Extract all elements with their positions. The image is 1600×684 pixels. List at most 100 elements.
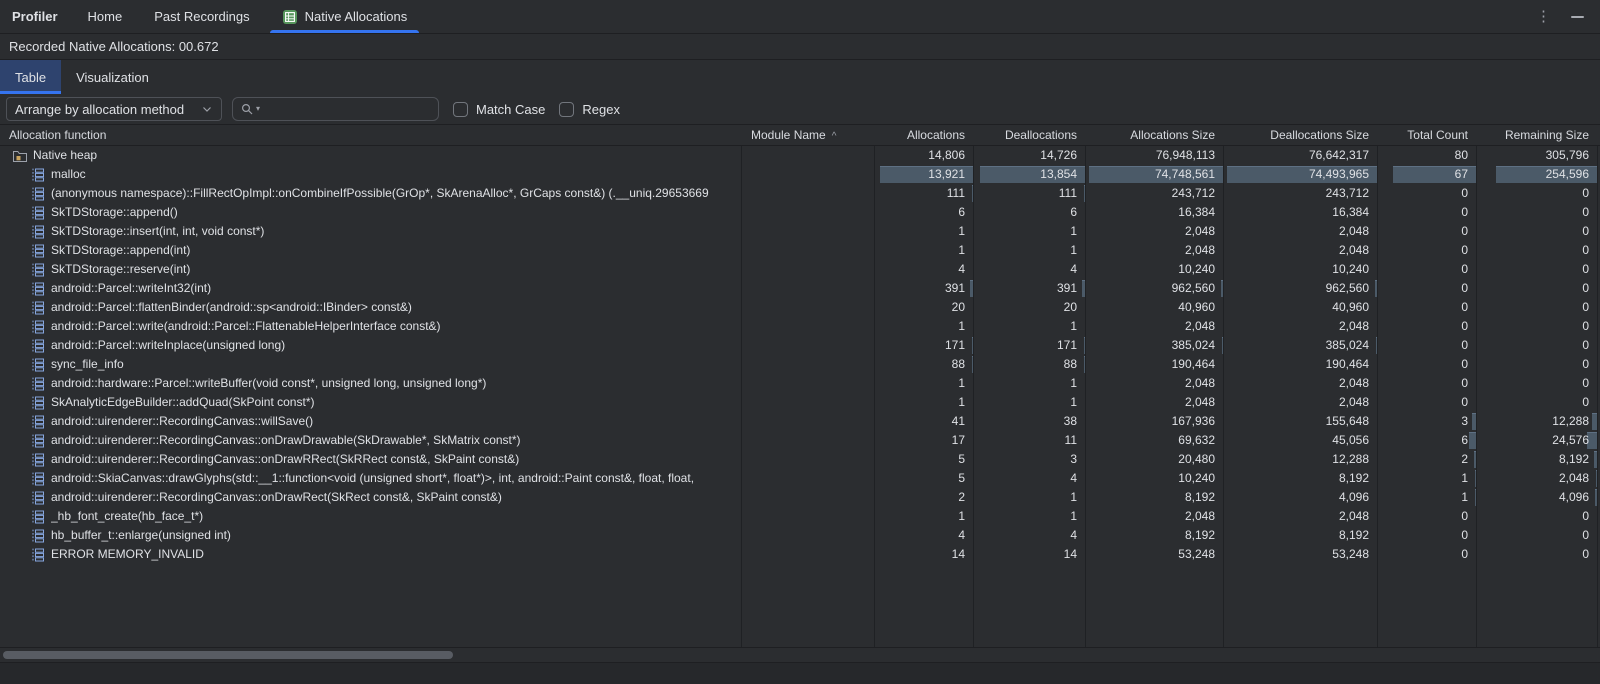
cell-deallocations-size[interactable]: 4,096	[1224, 488, 1378, 507]
more-options-icon[interactable]: ⋮	[1536, 9, 1551, 24]
cell-allocations[interactable]: 391	[875, 279, 974, 298]
tab-native-allocations[interactable]: Native Allocations	[266, 0, 424, 33]
cell-deallocations-size[interactable]: 8,192	[1224, 526, 1378, 545]
cell-allocations[interactable]: 13,921	[875, 165, 974, 184]
cell-module-name[interactable]	[742, 412, 875, 431]
tab-past-recordings[interactable]: Past Recordings	[138, 0, 265, 33]
cell-deallocations[interactable]: 4	[974, 526, 1086, 545]
table-row[interactable]: SkTDStorage::insert(int, int, void const…	[0, 222, 1600, 241]
cell-deallocations[interactable]: 111	[974, 184, 1086, 203]
cell-allocation-function[interactable]: android::SkiaCanvas::drawGlyphs(std::__1…	[0, 469, 742, 488]
cell-allocations-size[interactable]: 69,632	[1086, 431, 1224, 450]
cell-allocation-function[interactable]: android::uirenderer::RecordingCanvas::on…	[0, 488, 742, 507]
cell-allocation-function[interactable]: android::hardware::Parcel::writeBuffer(v…	[0, 374, 742, 393]
cell-remaining-size[interactable]: 254,596	[1477, 165, 1598, 184]
cell-module-name[interactable]	[742, 222, 875, 241]
table-row[interactable]: android::uirenderer::RecordingCanvas::on…	[0, 488, 1600, 507]
cell-allocations[interactable]: 1	[875, 507, 974, 526]
table-row[interactable]: sync_file_info8888190,464190,46400	[0, 355, 1600, 374]
cell-deallocations[interactable]: 1	[974, 507, 1086, 526]
regex-checkbox[interactable]	[559, 102, 574, 117]
cell-deallocations[interactable]: 4	[974, 469, 1086, 488]
cell-deallocations[interactable]: 1	[974, 374, 1086, 393]
table-row[interactable]: android::Parcel::writeInt32(int)39139196…	[0, 279, 1600, 298]
cell-module-name[interactable]	[742, 241, 875, 260]
column-header-allocations-size[interactable]: Allocations Size	[1086, 128, 1224, 142]
cell-allocations[interactable]: 5	[875, 450, 974, 469]
table-row[interactable]: SkAnalyticEdgeBuilder::addQuad(SkPoint c…	[0, 393, 1600, 412]
cell-allocation-function[interactable]: SkTDStorage::insert(int, int, void const…	[0, 222, 742, 241]
cell-allocations-size[interactable]: 2,048	[1086, 241, 1224, 260]
hide-window-icon[interactable]	[1571, 16, 1584, 18]
cell-deallocations-size[interactable]: 190,464	[1224, 355, 1378, 374]
cell-allocation-function[interactable]: _hb_font_create(hb_face_t*)	[0, 507, 742, 526]
cell-remaining-size[interactable]: 0	[1477, 374, 1598, 393]
cell-total-count[interactable]: 0	[1378, 241, 1477, 260]
cell-allocation-function[interactable]: android::Parcel::flattenBinder(android::…	[0, 298, 742, 317]
cell-total-count[interactable]: 1	[1378, 469, 1477, 488]
cell-deallocations[interactable]: 14	[974, 545, 1086, 564]
cell-deallocations[interactable]: 1	[974, 488, 1086, 507]
cell-deallocations-size[interactable]: 74,493,965	[1224, 165, 1378, 184]
cell-allocation-function[interactable]: SkTDStorage::append(int)	[0, 241, 742, 260]
cell-allocations[interactable]: 1	[875, 374, 974, 393]
cell-allocations[interactable]: 20	[875, 298, 974, 317]
cell-allocations-size[interactable]: 10,240	[1086, 469, 1224, 488]
column-header-remaining-size[interactable]: Remaining Size	[1477, 128, 1598, 142]
cell-allocation-function[interactable]: SkAnalyticEdgeBuilder::addQuad(SkPoint c…	[0, 393, 742, 412]
cell-allocations[interactable]: 1	[875, 393, 974, 412]
cell-remaining-size[interactable]: 305,796	[1477, 146, 1598, 165]
cell-module-name[interactable]	[742, 507, 875, 526]
cell-remaining-size[interactable]: 0	[1477, 260, 1598, 279]
column-header-deallocations[interactable]: Deallocations	[974, 128, 1086, 142]
table-row[interactable]: _hb_font_create(hb_face_t*)112,0482,0480…	[0, 507, 1600, 526]
cell-remaining-size[interactable]: 0	[1477, 336, 1598, 355]
cell-deallocations-size[interactable]: 2,048	[1224, 374, 1378, 393]
table-row[interactable]: malloc13,92113,85474,748,56174,493,96567…	[0, 165, 1600, 184]
cell-allocations-size[interactable]: 2,048	[1086, 507, 1224, 526]
cell-remaining-size[interactable]: 0	[1477, 222, 1598, 241]
cell-allocations-size[interactable]: 385,024	[1086, 336, 1224, 355]
cell-deallocations[interactable]: 14,726	[974, 146, 1086, 165]
cell-total-count[interactable]: 1	[1378, 488, 1477, 507]
cell-allocations-size[interactable]: 167,936	[1086, 412, 1224, 431]
table-row[interactable]: android::Parcel::write(android::Parcel::…	[0, 317, 1600, 336]
tab-table[interactable]: Table	[0, 60, 61, 94]
cell-module-name[interactable]	[742, 526, 875, 545]
cell-allocations[interactable]: 1	[875, 222, 974, 241]
cell-allocations[interactable]: 4	[875, 526, 974, 545]
column-header-deallocations-size[interactable]: Deallocations Size	[1224, 128, 1378, 142]
cell-total-count[interactable]: 0	[1378, 184, 1477, 203]
cell-module-name[interactable]	[742, 165, 875, 184]
cell-remaining-size[interactable]: 0	[1477, 279, 1598, 298]
table-row[interactable]: android::uirenderer::RecordingCanvas::on…	[0, 450, 1600, 469]
cell-deallocations-size[interactable]: 2,048	[1224, 507, 1378, 526]
cell-deallocations-size[interactable]: 962,560	[1224, 279, 1378, 298]
cell-allocation-function[interactable]: malloc	[0, 165, 742, 184]
table-row[interactable]: (anonymous namespace)::FillRectOpImpl::o…	[0, 184, 1600, 203]
cell-allocations[interactable]: 14,806	[875, 146, 974, 165]
cell-allocations-size[interactable]: 8,192	[1086, 526, 1224, 545]
table-row[interactable]: android::hardware::Parcel::writeBuffer(v…	[0, 374, 1600, 393]
cell-allocation-function[interactable]: android::Parcel::write(android::Parcel::…	[0, 317, 742, 336]
cell-deallocations-size[interactable]: 76,642,317	[1224, 146, 1378, 165]
cell-total-count[interactable]: 0	[1378, 374, 1477, 393]
cell-total-count[interactable]: 0	[1378, 393, 1477, 412]
table-row[interactable]: SkTDStorage::reserve(int)4410,24010,2400…	[0, 260, 1600, 279]
cell-deallocations[interactable]: 1	[974, 241, 1086, 260]
cell-remaining-size[interactable]: 24,576	[1477, 431, 1598, 450]
cell-deallocations[interactable]: 88	[974, 355, 1086, 374]
cell-remaining-size[interactable]: 0	[1477, 184, 1598, 203]
cell-remaining-size[interactable]: 0	[1477, 241, 1598, 260]
search-history-caret-icon[interactable]: ▾	[256, 105, 260, 113]
table-row[interactable]: android::uirenderer::RecordingCanvas::on…	[0, 431, 1600, 450]
cell-deallocations[interactable]: 20	[974, 298, 1086, 317]
cell-deallocations-size[interactable]: 385,024	[1224, 336, 1378, 355]
cell-deallocations-size[interactable]: 53,248	[1224, 545, 1378, 564]
cell-remaining-size[interactable]: 4,096	[1477, 488, 1598, 507]
cell-allocations[interactable]: 1	[875, 317, 974, 336]
table-row[interactable]: SkTDStorage::append(int)112,0482,04800	[0, 241, 1600, 260]
cell-deallocations[interactable]: 6	[974, 203, 1086, 222]
column-header-module-name[interactable]: Module Name^	[742, 128, 875, 142]
cell-allocations-size[interactable]: 2,048	[1086, 393, 1224, 412]
